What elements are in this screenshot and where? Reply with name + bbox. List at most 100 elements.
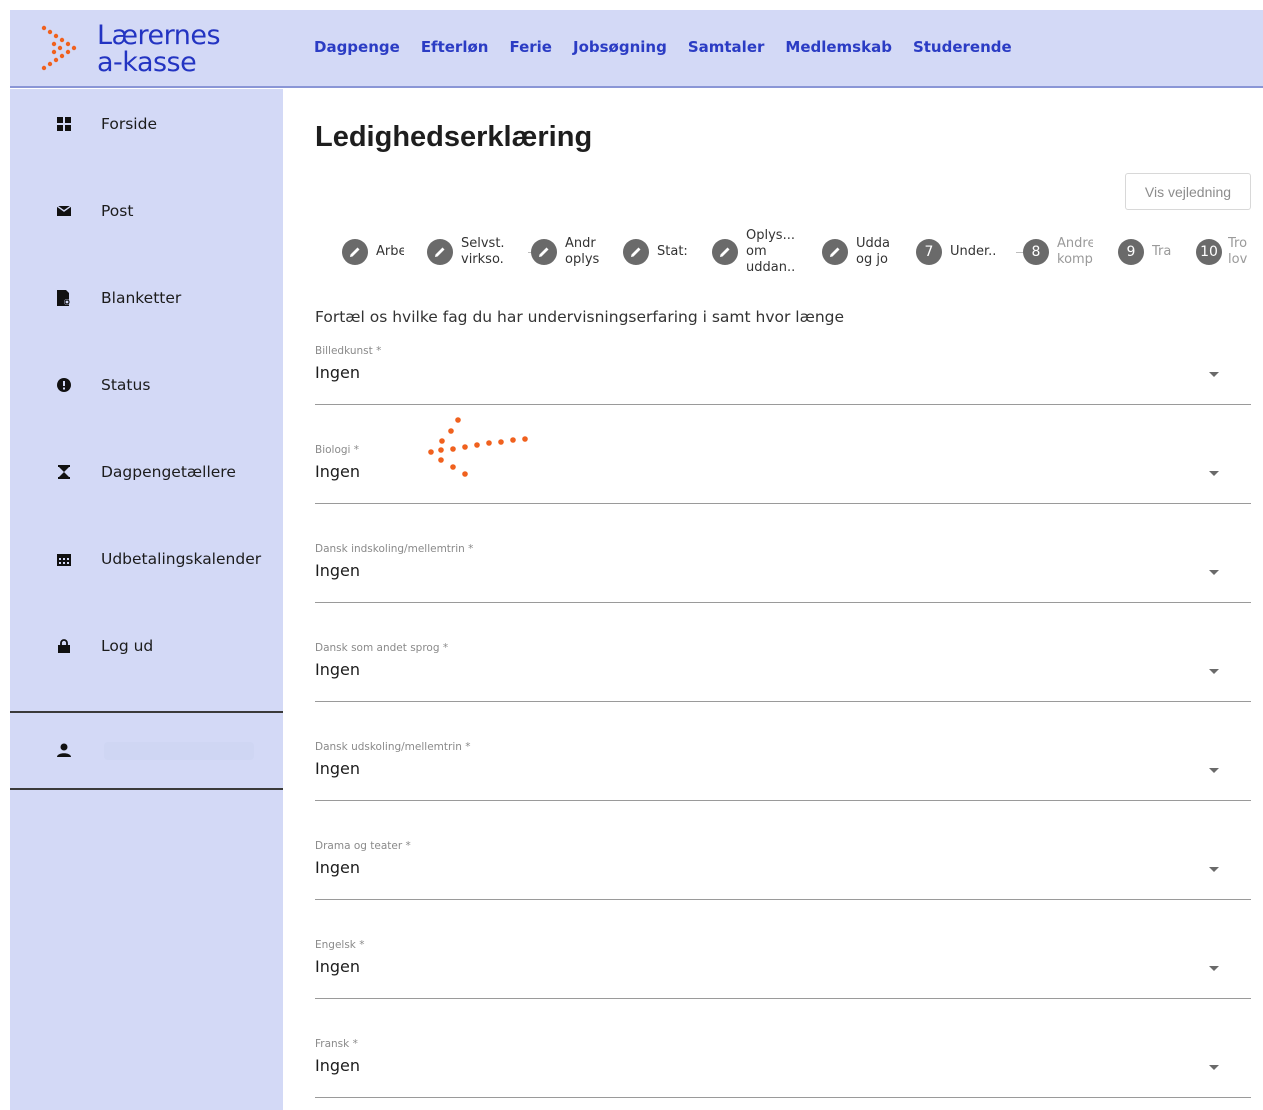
window-frame-top <box>0 0 1263 10</box>
step-label: Stat: <box>657 244 688 259</box>
sidebar-item-blanketter[interactable]: Blanketter <box>10 278 283 318</box>
logo-mark-icon <box>41 25 77 71</box>
nav-link-ferie[interactable]: Ferie <box>509 38 552 56</box>
step-label: Under.. <box>950 244 997 259</box>
step-number: 7 <box>916 239 942 265</box>
step-10[interactable]: 10 Tro lov <box>1196 219 1263 285</box>
step-9[interactable]: 9 Tra <box>1118 219 1188 285</box>
main-content: Ledighedserklæring Vis vejledning Arbe S… <box>283 89 1263 1110</box>
field-value: Ingen <box>315 1056 360 1075</box>
step-label: Arbe <box>376 244 404 259</box>
step-2[interactable]: Selvst. virkso. <box>427 219 527 285</box>
form-intro-text: Fortæl os hvilke fag du har undervisning… <box>315 308 845 326</box>
user-icon <box>56 742 72 758</box>
select-billedkunst[interactable]: Billedkunst * Ingen <box>315 345 1251 405</box>
sidebar-item-label: Dagpengetællere <box>101 463 236 481</box>
document-icon <box>56 290 72 306</box>
field-value: Ingen <box>315 660 360 679</box>
logo-line-2: a-kasse <box>97 47 197 78</box>
select-dansk-som-andet-sprog[interactable]: Dansk som andet sprog * Ingen <box>315 642 1251 702</box>
sidebar-item-post[interactable]: Post <box>10 191 283 231</box>
vis-vejledning-button[interactable]: Vis vejledning <box>1125 173 1251 210</box>
step-label: Tro lov <box>1228 236 1248 267</box>
sidebar-item-log-ud[interactable]: Log ud <box>10 626 283 666</box>
nav-link-studerende[interactable]: Studerende <box>913 38 1012 56</box>
sidebar-item-label: Post <box>101 202 134 220</box>
select-dansk-udskoling[interactable]: Dansk udskoling/mellemtrin * Ingen <box>315 741 1251 801</box>
step-8[interactable]: 8 Andre komp <box>1023 219 1119 285</box>
dropdown-caret-icon <box>1209 1065 1219 1070</box>
alert-icon <box>56 377 72 393</box>
step-1[interactable]: Arbe <box>342 219 424 285</box>
field-label: Biologi * <box>315 444 360 456</box>
sidebar-item-label: Blanketter <box>101 289 182 307</box>
field-label: Fransk * <box>315 1038 358 1050</box>
dropdown-caret-icon <box>1209 867 1219 872</box>
sidebar-item-udbetalingskalender[interactable]: Udbetalingskalender <box>10 539 283 579</box>
step-number: 10 <box>1196 239 1222 265</box>
sidebar: Forside Post Blanketter Status Dagpenget… <box>10 89 283 1110</box>
dotted-arrow-annotation-icon <box>428 417 528 477</box>
nav-link-dagpenge[interactable]: Dagpenge <box>314 38 400 56</box>
sidebar-item-label: Log ud <box>101 637 154 655</box>
step-number: 8 <box>1023 239 1049 265</box>
sidebar-item-forside[interactable]: Forside <box>10 104 283 144</box>
field-value: Ingen <box>315 858 360 877</box>
top-header: Lærernes a-kasse Dagpenge Efterløn Ferie… <box>10 10 1263 88</box>
edit-pencil-icon <box>822 239 848 265</box>
select-drama-og-teater[interactable]: Drama og teater * Ingen <box>315 840 1251 900</box>
hourglass-icon <box>56 464 72 480</box>
select-dansk-indskoling[interactable]: Dansk indskoling/mellemtrin * Ingen <box>315 543 1251 603</box>
user-name-redacted <box>104 742 254 760</box>
form-stepper: Arbe Selvst. virkso. Andr oplys Stat: Op… <box>323 219 1263 285</box>
sidebar-item-label: Forside <box>101 115 157 133</box>
sidebar-item-status[interactable]: Status <box>10 365 283 405</box>
logo-line-1: Lærernes <box>97 20 221 51</box>
edit-pencil-icon <box>623 239 649 265</box>
field-value: Ingen <box>315 957 360 976</box>
nav-link-samtaler[interactable]: Samtaler <box>688 38 765 56</box>
edit-pencil-icon <box>427 239 453 265</box>
select-fransk[interactable]: Fransk * Ingen <box>315 1038 1251 1098</box>
field-value: Ingen <box>315 363 360 382</box>
window-frame-left <box>0 0 10 1110</box>
dropdown-caret-icon <box>1209 669 1219 674</box>
calendar-icon <box>56 551 72 567</box>
step-3[interactable]: Andr oplys <box>531 219 623 285</box>
dropdown-caret-icon <box>1209 471 1219 476</box>
step-5[interactable]: Oplys... om uddan.. <box>712 219 818 285</box>
nav-link-efterlon[interactable]: Efterløn <box>421 38 489 56</box>
page-title: Ledighedserklæring <box>315 121 593 153</box>
field-label: Engelsk * <box>315 939 365 951</box>
step-number: 9 <box>1118 239 1144 265</box>
field-label: Dansk som andet sprog * <box>315 642 449 654</box>
lock-icon <box>56 638 72 654</box>
step-label: Oplys... om uddan.. <box>746 228 796 275</box>
step-label: Andr oplys <box>565 236 599 267</box>
select-engelsk[interactable]: Engelsk * Ingen <box>315 939 1251 999</box>
dropdown-caret-icon <box>1209 570 1219 575</box>
logo-wordmark: Lærernes a-kasse <box>97 20 221 78</box>
edit-pencil-icon <box>342 239 368 265</box>
step-7[interactable]: 7 Under.. <box>916 219 1016 285</box>
nav-link-medlemskab[interactable]: Medlemskab <box>785 38 892 56</box>
step-label: Tra <box>1152 244 1172 259</box>
step-label: Selvst. virkso. <box>461 236 505 267</box>
sidebar-item-label: Status <box>101 376 151 394</box>
step-4[interactable]: Stat: <box>623 219 713 285</box>
field-label: Dansk udskoling/mellemtrin * <box>315 741 471 753</box>
sidebar-divider <box>10 788 283 790</box>
field-label: Drama og teater * <box>315 840 411 852</box>
step-6[interactable]: Udda og jo <box>822 219 920 285</box>
envelope-icon <box>56 203 72 219</box>
edit-pencil-icon <box>531 239 557 265</box>
grid-icon <box>56 116 72 132</box>
dropdown-caret-icon <box>1209 372 1219 377</box>
sidebar-item-dagpengetaellere[interactable]: Dagpengetællere <box>10 452 283 492</box>
step-label: Udda og jo <box>856 236 890 267</box>
field-value: Ingen <box>315 462 360 481</box>
logo[interactable]: Lærernes a-kasse <box>40 22 240 78</box>
nav-link-jobsogning[interactable]: Jobsøgning <box>573 38 667 56</box>
sidebar-divider <box>10 711 283 713</box>
field-label: Dansk indskoling/mellemtrin * <box>315 543 474 555</box>
